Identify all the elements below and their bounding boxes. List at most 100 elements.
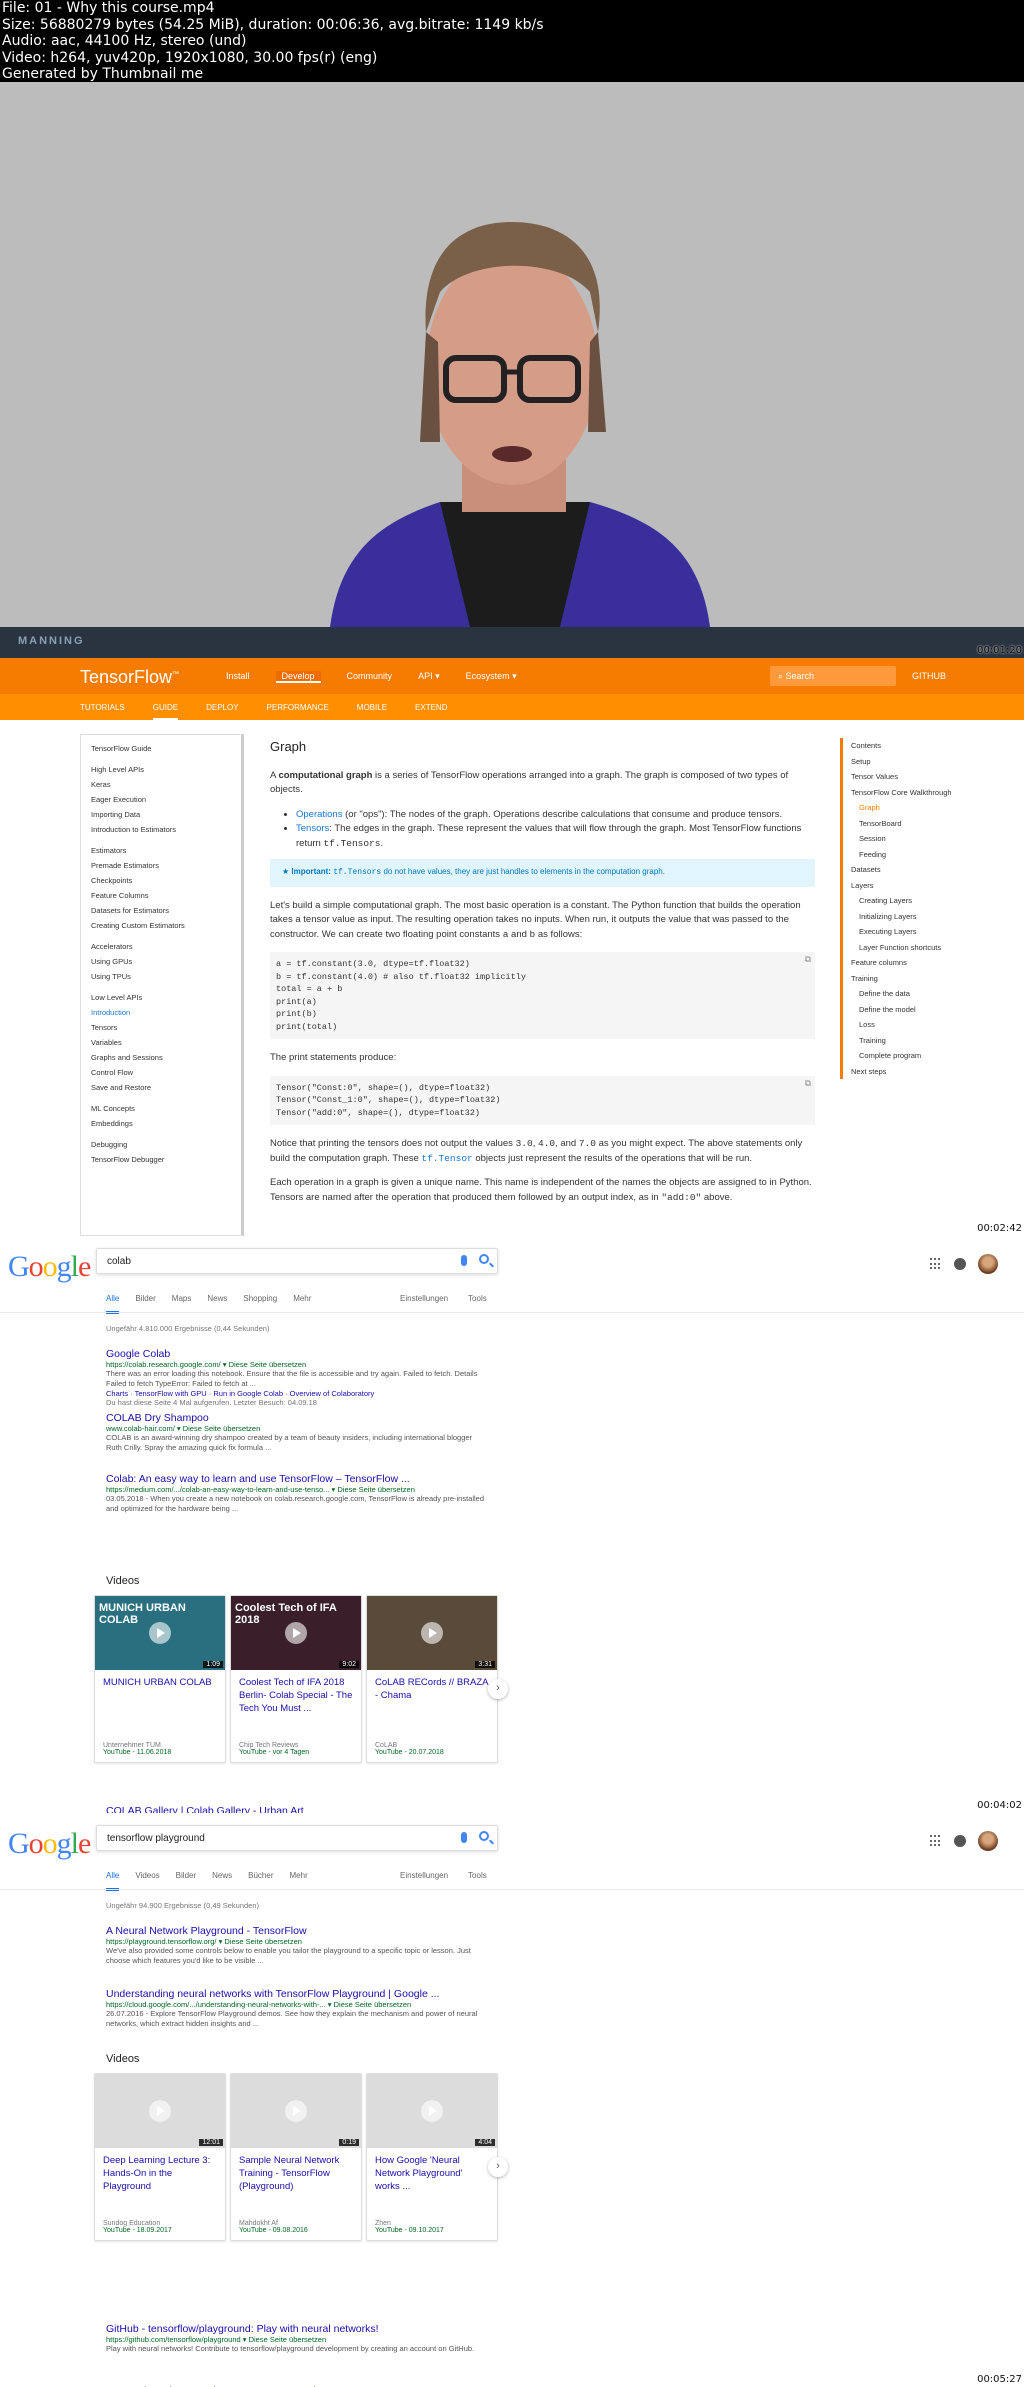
toc-item[interactable]: Tensor Values bbox=[851, 769, 1024, 785]
sidebar-item[interactable]: Embeddings bbox=[91, 1116, 231, 1131]
copy-icon[interactable]: ⧉ bbox=[805, 1078, 811, 1091]
sidebar-item[interactable]: Low Level APIs bbox=[91, 990, 231, 1005]
toc-item[interactable]: Layers bbox=[851, 878, 1024, 894]
result-url[interactable]: www.colab-hair.com/ ▾ Diese Seite überse… bbox=[106, 1424, 486, 1433]
sidebar-item[interactable]: Datasets for Estimators bbox=[91, 903, 231, 918]
sidebar-item[interactable]: Keras bbox=[91, 777, 231, 792]
sidebar-item[interactable]: Control Flow bbox=[91, 1065, 231, 1080]
video-title[interactable]: How Google 'Neural Network Playground' w… bbox=[367, 2148, 497, 2220]
tab-mehr[interactable]: Mehr bbox=[290, 1871, 308, 1891]
tab-videos[interactable]: Videos bbox=[135, 1871, 159, 1891]
apps-icon[interactable] bbox=[930, 1258, 942, 1270]
toc-item[interactable]: Define the data bbox=[851, 986, 1024, 1002]
play-icon[interactable] bbox=[149, 1622, 171, 1644]
toc-item[interactable]: Loss bbox=[851, 1017, 1024, 1033]
play-icon[interactable] bbox=[421, 1622, 443, 1644]
tensorflow-logo[interactable]: TensorFlow™ bbox=[80, 667, 179, 688]
nav-item[interactable]: API ▾ bbox=[418, 671, 440, 683]
video-title[interactable]: Deep Learning Lecture 3: Hands-On in the… bbox=[95, 2148, 225, 2220]
result-title[interactable]: COLAB Gallery | Colab Gallery - Urban Ar… bbox=[106, 1805, 486, 1813]
sidebar-item[interactable]: Graphs and Sessions bbox=[91, 1050, 231, 1065]
video-title[interactable]: Sample Neural Network Training - TensorF… bbox=[231, 2148, 361, 2220]
toc-item[interactable]: Training bbox=[851, 1033, 1024, 1049]
google-logo[interactable]: Google bbox=[8, 1827, 91, 1861]
result-url[interactable]: https://github.com/tensorflow/playground… bbox=[106, 2335, 486, 2344]
search-input[interactable]: tensorflow playground bbox=[96, 1825, 498, 1851]
result-url[interactable]: https://colab.research.google.com/ ▾ Die… bbox=[106, 1360, 486, 1369]
video-title[interactable]: CoLAB RECords // BRAZA - Chama bbox=[367, 1670, 497, 1742]
nav-item[interactable]: Community bbox=[347, 671, 393, 683]
toc-item[interactable]: Initializing Layers bbox=[851, 909, 1024, 925]
sidebar-item[interactable]: Importing Data bbox=[91, 807, 231, 822]
microphone-icon[interactable] bbox=[461, 1255, 467, 1266]
video-card[interactable]: 12:01 Deep Learning Lecture 3: Hands-On i… bbox=[94, 2073, 226, 2241]
toc-item[interactable]: Setup bbox=[851, 754, 1024, 770]
tf-tensor-link[interactable]: tf.Tensor bbox=[421, 1153, 472, 1164]
tab-alle[interactable]: Alle bbox=[106, 1294, 120, 1314]
tab-mehr[interactable]: Mehr bbox=[293, 1294, 311, 1314]
result-title[interactable]: GitHub - tensorflow/playground: Play wit… bbox=[106, 2323, 486, 2335]
google-logo[interactable]: Google bbox=[8, 1250, 91, 1284]
sidebar-item[interactable]: Eager Execution bbox=[91, 792, 231, 807]
sidebar-item[interactable]: High Level APIs bbox=[91, 762, 231, 777]
search-icon[interactable] bbox=[479, 1254, 489, 1264]
subnav-tab[interactable]: GUIDE bbox=[152, 703, 179, 720]
toc-item[interactable]: Feature columns bbox=[851, 955, 1024, 971]
tool-tools[interactable]: Tools bbox=[468, 1871, 487, 1880]
copy-icon[interactable]: ⧉ bbox=[805, 954, 811, 967]
video-card[interactable]: MUNICH URBAN COLAB 1:09 MUNICH URBAN COLAB… bbox=[94, 1595, 226, 1763]
toc-item[interactable]: Layer Function shortcuts bbox=[851, 940, 1024, 956]
video-card[interactable]: 4:04 How Google 'Neural Network Playgroun… bbox=[366, 2073, 498, 2241]
toc-item[interactable]: Next steps bbox=[851, 1064, 1024, 1080]
result-title[interactable]: Understanding neural networks with Tenso… bbox=[106, 1988, 486, 2000]
subnav-tab[interactable]: DEPLOY bbox=[206, 703, 238, 720]
operations-link[interactable]: Operations bbox=[296, 809, 342, 820]
tab-news[interactable]: News bbox=[207, 1294, 227, 1314]
video-title[interactable]: MUNICH URBAN COLAB bbox=[95, 1670, 225, 1742]
video-card[interactable]: Coolest Tech of IFA 2018 9:02 Coolest Tech… bbox=[230, 1595, 362, 1763]
toc-item[interactable]: Session bbox=[851, 831, 1024, 847]
carousel-next-arrow[interactable]: › bbox=[488, 2157, 508, 2177]
sidebar-item[interactable]: TensorFlow Guide bbox=[91, 741, 231, 756]
result-url[interactable]: https://cloud.google.com/.../understandi… bbox=[106, 2000, 486, 2009]
carousel-next-arrow[interactable]: › bbox=[488, 1679, 508, 1699]
sidebar-item[interactable]: ML Concepts bbox=[91, 1101, 231, 1116]
nav-item[interactable]: Install bbox=[226, 671, 250, 683]
sidebar-item[interactable]: Save and Restore bbox=[91, 1080, 231, 1095]
toc-item[interactable]: Creating Layers bbox=[851, 893, 1024, 909]
toc-item[interactable]: TensorFlow Core Walkthrough bbox=[851, 785, 1024, 801]
sidebar-item[interactable]: Introduction bbox=[91, 1005, 231, 1020]
tab-shopping[interactable]: Shopping bbox=[243, 1294, 277, 1314]
sidebar-item[interactable]: Accelerators bbox=[91, 939, 231, 954]
result-sitelinks[interactable]: Charts · TensorFlow with GPU · Run in Go… bbox=[106, 1389, 486, 1398]
search-input[interactable]: ⌕ Search bbox=[770, 666, 896, 686]
video-thumbnail[interactable]: 4:04 bbox=[367, 2074, 497, 2148]
play-icon[interactable] bbox=[421, 2100, 443, 2122]
play-icon[interactable] bbox=[149, 2100, 171, 2122]
apps-icon[interactable] bbox=[930, 1835, 942, 1847]
subnav-tab[interactable]: MOBILE bbox=[357, 703, 387, 720]
sidebar-item[interactable]: Using GPUs bbox=[91, 954, 231, 969]
sidebar-item[interactable]: Debugging bbox=[91, 1137, 231, 1152]
tab-bücher[interactable]: Bücher bbox=[248, 1871, 273, 1891]
sidebar-item[interactable]: Checkpoints bbox=[91, 873, 231, 888]
result-url[interactable]: https://medium.com/.../colab-an-easy-way… bbox=[106, 1485, 486, 1494]
tab-alle[interactable]: Alle bbox=[106, 1871, 120, 1891]
notifications-icon[interactable] bbox=[954, 1835, 966, 1847]
toc-item[interactable]: Feeding bbox=[851, 847, 1024, 863]
video-thumbnail[interactable]: Coolest Tech of IFA 2018 9:02 bbox=[231, 1596, 361, 1670]
subnav-tab[interactable]: PERFORMANCE bbox=[267, 703, 329, 720]
tool-tools[interactable]: Tools bbox=[468, 1294, 487, 1303]
tab-news[interactable]: News bbox=[212, 1871, 232, 1891]
video-thumbnail[interactable]: MUNICH URBAN COLAB 1:09 bbox=[95, 1596, 225, 1670]
sidebar-item[interactable]: Estimators bbox=[91, 843, 231, 858]
subnav-tab[interactable]: EXTEND bbox=[415, 703, 447, 720]
play-icon[interactable] bbox=[285, 2100, 307, 2122]
toc-item[interactable]: Define the model bbox=[851, 1002, 1024, 1018]
notifications-icon[interactable] bbox=[954, 1258, 966, 1270]
subnav-tab[interactable]: TUTORIALS bbox=[80, 703, 125, 720]
avatar[interactable] bbox=[978, 1254, 998, 1274]
github-link[interactable]: GITHUB bbox=[912, 671, 946, 681]
result-title[interactable]: COLAB Dry Shampoo bbox=[106, 1412, 486, 1424]
toc-item[interactable]: Graph bbox=[851, 800, 1024, 816]
